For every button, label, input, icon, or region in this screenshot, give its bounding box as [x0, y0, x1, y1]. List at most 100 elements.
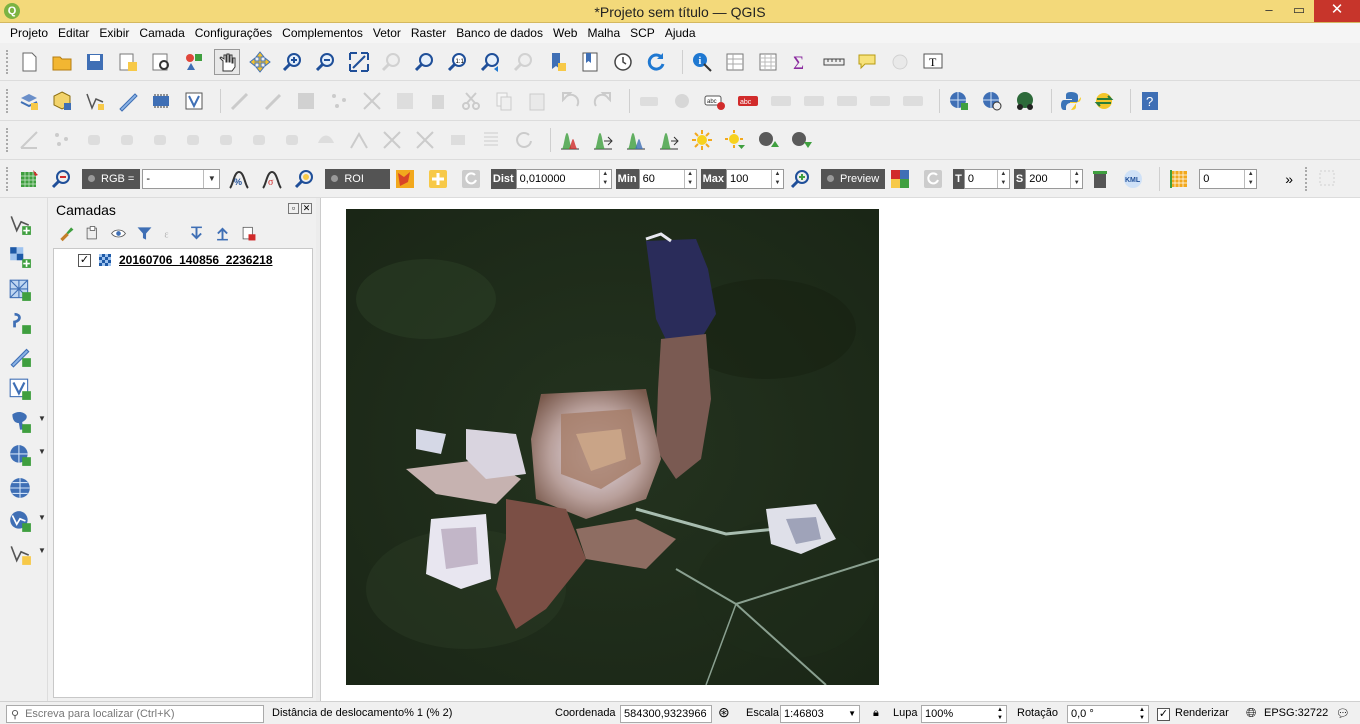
scale-combo[interactable]: 1:46803 ▼	[780, 705, 860, 723]
chevron-down-icon[interactable]: ▼	[38, 414, 46, 423]
add-wfs-layer-icon[interactable]	[6, 507, 34, 535]
rotation-spinbox[interactable]: 0,0 ° ▲ ▼	[1067, 705, 1149, 723]
reshape-features-icon[interactable]	[313, 127, 339, 153]
add-ring-icon[interactable]	[148, 127, 174, 153]
current-edits-icon[interactable]	[227, 88, 253, 114]
layer-visibility-checkbox[interactable]: ✓	[78, 253, 91, 267]
paste-features-icon[interactable]	[524, 88, 550, 114]
restore-button[interactable]: ▭	[1284, 0, 1314, 22]
measure-line-icon[interactable]	[821, 49, 847, 75]
change-label-icon[interactable]	[900, 88, 926, 114]
zoom-to-roi-icon[interactable]	[292, 166, 318, 192]
new-virtual-layer-icon[interactable]	[181, 88, 207, 114]
add-vector-layer-icon[interactable]	[6, 210, 34, 238]
t-spinbox[interactable]: 0 ▲ ▼	[963, 168, 1010, 189]
menu-ajuda[interactable]: Ajuda	[661, 23, 700, 43]
globe-down-icon[interactable]	[788, 127, 814, 153]
classification-preview-icon[interactable]	[887, 166, 913, 192]
rgb-toggle-button[interactable]: RGB =	[82, 168, 141, 189]
add-part-icon[interactable]	[181, 127, 207, 153]
band-set-spinbox[interactable]: 0 ▲ ▼	[1199, 168, 1258, 189]
scp-main-interface-icon[interactable]	[16, 166, 42, 192]
style-manager-icon[interactable]	[181, 49, 207, 75]
copy-features-icon[interactable]	[491, 88, 517, 114]
band-distribution-icon[interactable]	[623, 127, 649, 153]
add-raster-layer-icon[interactable]	[6, 243, 34, 271]
toolbar-overflow-button[interactable]: »	[1285, 171, 1293, 187]
menu-web[interactable]: Web	[549, 23, 581, 43]
zoom-native-resolution-icon[interactable]: 1:1	[445, 49, 471, 75]
save-project-icon[interactable]	[82, 49, 108, 75]
crs-button[interactable]: EPSG:32722	[1264, 707, 1328, 719]
select-features-icon[interactable]	[1315, 166, 1341, 192]
text-annotation-icon[interactable]: T	[920, 49, 946, 75]
add-xyz-layer-icon[interactable]	[6, 474, 34, 502]
layer-styling-icon[interactable]	[56, 224, 76, 242]
render-checkbox[interactable]: ✓	[1157, 708, 1170, 721]
toolbar-handle[interactable]	[6, 88, 10, 113]
collapse-all-icon[interactable]	[212, 224, 232, 242]
zoom-in-icon[interactable]	[280, 49, 306, 75]
globe-up-icon[interactable]	[755, 127, 781, 153]
add-virtual-layer-icon[interactable]	[6, 375, 34, 403]
pan-to-selection-icon[interactable]	[247, 49, 273, 75]
crs-globe-icon[interactable]: 🌐︎	[1246, 705, 1256, 721]
layer-name[interactable]: 20160706_140856_2236218	[119, 253, 273, 267]
digitize-with-segment-icon[interactable]	[115, 88, 141, 114]
zoom-to-preview-icon[interactable]	[788, 166, 814, 192]
rotate-feature-icon[interactable]	[82, 127, 108, 153]
create-roi-polygon-icon[interactable]	[392, 166, 418, 192]
lock-scale-icon[interactable]: 🔒︎	[873, 707, 879, 720]
s-spinbox[interactable]: 200 ▲ ▼	[1025, 168, 1084, 189]
toolbar-handle[interactable]	[6, 49, 10, 74]
local-std-dev-icon[interactable]: σ	[259, 166, 285, 192]
select-by-location-icon[interactable]	[887, 49, 913, 75]
layer-row[interactable]: ✓ 20160706_140856_2236218	[78, 253, 273, 267]
zoom-next-icon[interactable]	[511, 49, 537, 75]
menu-editar[interactable]: Editar	[54, 23, 93, 43]
label-diagram-icon[interactable]	[669, 88, 695, 114]
roi-toggle-button[interactable]: ROI	[325, 168, 390, 189]
zoom-input-image-icon[interactable]	[49, 166, 75, 192]
advanced-digitizing-icon[interactable]	[16, 127, 42, 153]
save-layer-edits-icon[interactable]	[293, 88, 319, 114]
add-delimited-text-layer-icon[interactable]	[6, 309, 34, 337]
pan-map-icon[interactable]	[214, 48, 240, 75]
add-feature-icon[interactable]	[326, 88, 352, 114]
modify-attributes-icon[interactable]	[392, 88, 418, 114]
close-button[interactable]: ✕	[1314, 0, 1360, 22]
show-spatial-bookmarks-icon[interactable]	[577, 49, 603, 75]
manage-map-themes-icon[interactable]	[108, 224, 128, 242]
minimize-button[interactable]: –	[1254, 0, 1284, 22]
open-attribute-table-icon[interactable]	[722, 49, 748, 75]
rgb-combo[interactable]: - ▼	[142, 168, 221, 189]
chevron-down-icon[interactable]: ▼	[38, 513, 46, 522]
split-parts-icon[interactable]	[412, 127, 438, 153]
show-hide-labels-icon[interactable]	[801, 88, 827, 114]
filter-by-expression-icon[interactable]: ε	[160, 224, 180, 242]
split-features-icon[interactable]	[379, 127, 405, 153]
menu-projeto[interactable]: Projeto	[6, 23, 52, 43]
preview-toggle-button[interactable]: Preview	[821, 168, 886, 189]
min-spinbox[interactable]: 60 ▲ ▼	[638, 168, 697, 189]
add-postgis-layer-icon[interactable]	[6, 408, 34, 436]
zoom-to-layer-icon[interactable]	[412, 49, 438, 75]
add-wms-layer-icon[interactable]	[946, 88, 972, 114]
toolbar-handle[interactable]	[6, 128, 10, 152]
locator-search-input[interactable]: ⚲ Escreva para localizar (Ctrl+K)	[6, 705, 264, 723]
menu-camada[interactable]: Camada	[135, 23, 188, 43]
delete-selected-icon[interactable]	[425, 88, 451, 114]
toggle-extents-icon[interactable]: ⊛	[718, 704, 730, 721]
processing-toolbox-icon[interactable]	[1091, 88, 1117, 114]
float-panel-button[interactable]: ▫	[288, 203, 299, 214]
chevron-down-icon[interactable]: ▼	[38, 447, 46, 456]
quickmapservices-icon[interactable]	[1012, 88, 1038, 114]
add-wfs-layer-icon[interactable]	[979, 88, 1005, 114]
remove-temp-files-icon[interactable]	[1087, 166, 1113, 192]
rotate-point-symbols-icon[interactable]	[511, 127, 537, 153]
new-spatial-bookmark-icon[interactable]	[544, 49, 570, 75]
menu-complementos[interactable]: Complementos	[278, 23, 367, 43]
cut-features-icon[interactable]	[458, 88, 484, 114]
zoom-to-selection-icon[interactable]	[379, 49, 405, 75]
simplify-feature-icon[interactable]	[115, 127, 141, 153]
